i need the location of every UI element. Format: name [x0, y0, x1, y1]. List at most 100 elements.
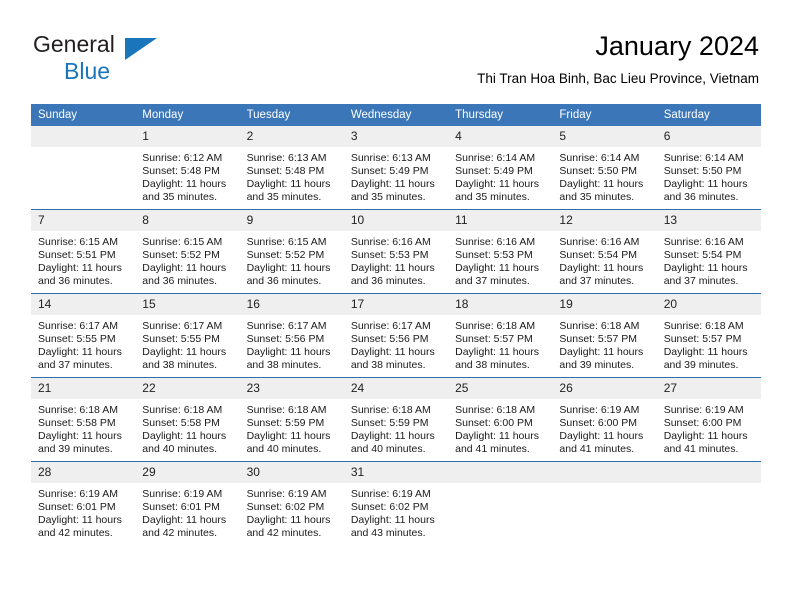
day-cell[interactable]: 24 Sunrise: 6:18 AM Sunset: 5:59 PM Dayligh…	[343, 377, 449, 462]
day-sun-info: Sunrise: 6:18 AM Sunset: 5:57 PM Daylight:…	[552, 315, 656, 372]
day-cell[interactable]: 1 Sunrise: 6:12 AM Sunset: 5:48 PM Daylight…	[135, 126, 240, 210]
day-number: 28	[31, 462, 136, 483]
brand-logo[interactable]: General Blue	[33, 33, 253, 89]
day-cell[interactable]: 13 Sunrise: 6:16 AM Sunset: 5:54 PM Dayligh…	[656, 209, 761, 294]
day-sun-info: Sunrise: 6:17 AM Sunset: 5:55 PM Daylight:…	[31, 315, 135, 372]
day-number: 15	[135, 294, 240, 315]
day-number: 9	[239, 210, 344, 231]
day-cell[interactable]: 12 Sunrise: 6:16 AM Sunset: 5:54 PM Dayligh…	[552, 209, 657, 294]
day-cell[interactable]: 2 Sunrise: 6:13 AM Sunset: 5:48 PM Daylight…	[239, 126, 344, 210]
sunset-text: Sunset: 5:55 PM	[38, 332, 116, 345]
day-cell[interactable]: 27 Sunrise: 6:19 AM Sunset: 6:00 PM Dayligh…	[656, 377, 761, 462]
day-cell[interactable]: 14 Sunrise: 6:17 AM Sunset: 5:55 PM Dayligh…	[31, 293, 136, 378]
calendar-page: General Blue January 2024 Thi Tran Hoa B…	[0, 0, 792, 612]
day-cell[interactable]: 15 Sunrise: 6:17 AM Sunset: 5:55 PM Dayligh…	[135, 293, 240, 378]
day-cell[interactable]: 18 Sunrise: 6:18 AM Sunset: 5:57 PM Dayligh…	[448, 293, 553, 378]
day-cell[interactable]: 31 Sunrise: 6:19 AM Sunset: 6:02 PM Dayligh…	[343, 461, 449, 545]
sunrise-text: Sunrise: 6:19 AM	[559, 404, 640, 416]
sunrise-text: Sunrise: 6:19 AM	[38, 488, 118, 500]
day-cell[interactable]: 8 Sunrise: 6:15 AM Sunset: 5:52 PM Daylight…	[135, 209, 240, 294]
day-cell[interactable]: 19 Sunrise: 6:18 AM Sunset: 5:57 PM Dayligh…	[552, 293, 657, 378]
day-cell[interactable]: 29 Sunrise: 6:19 AM Sunset: 6:01 PM Dayligh…	[135, 461, 240, 545]
day-cell[interactable]: 20 Sunrise: 6:18 AM Sunset: 5:57 PM Dayligh…	[656, 293, 761, 378]
day-cell[interactable]: 3 Sunrise: 6:13 AM Sunset: 5:49 PM Daylight…	[343, 126, 449, 210]
day-cell[interactable]: 9 Sunrise: 6:15 AM Sunset: 5:52 PM Daylight…	[239, 209, 344, 294]
day-sun-info: Sunrise: 6:12 AM Sunset: 5:48 PM Daylight:…	[135, 147, 239, 204]
day-sun-info: Sunrise: 6:16 AM Sunset: 5:53 PM Daylight:…	[448, 231, 552, 288]
day-sun-info: Sunrise: 6:16 AM Sunset: 5:53 PM Daylight:…	[344, 231, 448, 288]
sunrise-text: Sunrise: 6:18 AM	[246, 404, 327, 416]
calendar-week-row: 14 Sunrise: 6:17 AM Sunset: 5:55 PM Dayligh…	[31, 293, 761, 378]
day-sun-info: Sunrise: 6:15 AM Sunset: 5:52 PM Daylight:…	[240, 231, 344, 288]
sunset-text: Sunset: 5:58 PM	[38, 416, 116, 429]
sunset-text: Sunset: 5:49 PM	[350, 164, 429, 177]
title-block: January 2024 Thi Tran Hoa Binh, Bac Lieu…	[477, 30, 759, 88]
day-cell[interactable]: 11 Sunrise: 6:16 AM Sunset: 5:53 PM Dayligh…	[448, 209, 553, 294]
daylight-text-line1: Daylight: 11 hours	[663, 177, 748, 190]
daylight-text-line2: and 43 minutes.	[350, 526, 426, 539]
day-cell[interactable]: 21 Sunrise: 6:18 AM Sunset: 5:58 PM Dayligh…	[31, 377, 136, 462]
day-sun-info: Sunrise: 6:14 AM Sunset: 5:49 PM Daylight:…	[448, 147, 552, 204]
daylight-text-line2: and 42 minutes.	[246, 526, 322, 539]
sunrise-text: Sunrise: 6:18 AM	[142, 404, 223, 416]
sunrise-text: Sunrise: 6:16 AM	[350, 236, 431, 248]
day-number	[656, 462, 761, 483]
sunrise-text: Sunrise: 6:18 AM	[663, 320, 744, 332]
daylight-text-line1: Daylight: 11 hours	[455, 345, 539, 358]
day-cell[interactable]: 4 Sunrise: 6:14 AM Sunset: 5:49 PM Daylight…	[448, 126, 553, 210]
day-cell[interactable]: 17 Sunrise: 6:17 AM Sunset: 5:56 PM Dayligh…	[343, 293, 449, 378]
day-cell[interactable]: 7 Sunrise: 6:15 AM Sunset: 5:51 PM Daylight…	[31, 209, 136, 294]
day-sun-info: Sunrise: 6:15 AM Sunset: 5:52 PM Daylight:…	[135, 231, 239, 288]
day-cell[interactable]: 16 Sunrise: 6:17 AM Sunset: 5:56 PM Dayligh…	[239, 293, 344, 378]
daylight-text-line1: Daylight: 11 hours	[350, 429, 435, 442]
sunrise-text: Sunrise: 6:16 AM	[663, 236, 744, 248]
calendar-week-row: 28 Sunrise: 6:19 AM Sunset: 6:01 PM Dayligh…	[31, 461, 761, 545]
day-number: 21	[31, 378, 136, 399]
day-sun-info: Sunrise: 6:19 AM Sunset: 6:00 PM Daylight:…	[552, 399, 656, 456]
daylight-text-line1: Daylight: 11 hours	[38, 513, 122, 526]
day-cell[interactable]: 30 Sunrise: 6:19 AM Sunset: 6:02 PM Dayligh…	[239, 461, 344, 545]
day-cell[interactable]: 25 Sunrise: 6:18 AM Sunset: 6:00 PM Dayligh…	[448, 377, 553, 462]
day-sun-info: Sunrise: 6:17 AM Sunset: 5:55 PM Daylight:…	[135, 315, 239, 372]
day-number: 16	[239, 294, 344, 315]
day-cell[interactable]: 6 Sunrise: 6:14 AM Sunset: 5:50 PM Daylight…	[656, 126, 761, 210]
daylight-text-line2: and 35 minutes.	[350, 190, 426, 203]
day-sun-info: Sunrise: 6:13 AM Sunset: 5:49 PM Daylight:…	[344, 147, 448, 204]
day-cell[interactable]: 22 Sunrise: 6:18 AM Sunset: 5:58 PM Dayligh…	[135, 377, 240, 462]
brand-name-blue: Blue	[64, 58, 111, 84]
day-cell[interactable]: 28 Sunrise: 6:19 AM Sunset: 6:01 PM Dayligh…	[31, 461, 136, 545]
daylight-text-line2: and 41 minutes.	[559, 442, 635, 455]
day-cell-empty	[656, 461, 761, 545]
daylight-text-line1: Daylight: 11 hours	[38, 345, 122, 358]
day-cell[interactable]: 23 Sunrise: 6:18 AM Sunset: 5:59 PM Dayligh…	[239, 377, 344, 462]
day-number: 18	[448, 294, 553, 315]
sunset-text: Sunset: 5:48 PM	[246, 164, 325, 177]
day-number: 3	[343, 126, 449, 147]
calendar-week-row: 21 Sunrise: 6:18 AM Sunset: 5:58 PM Dayligh…	[31, 377, 761, 462]
daylight-text-line1: Daylight: 11 hours	[559, 177, 644, 190]
sunset-text: Sunset: 5:59 PM	[246, 416, 325, 429]
daylight-text-line2: and 37 minutes.	[38, 358, 113, 371]
day-number: 30	[239, 462, 344, 483]
day-cell[interactable]: 5 Sunrise: 6:14 AM Sunset: 5:50 PM Daylight…	[552, 126, 657, 210]
sunrise-text: Sunrise: 6:13 AM	[350, 152, 431, 164]
daylight-text-line1: Daylight: 11 hours	[350, 261, 435, 274]
sunrise-text: Sunrise: 6:17 AM	[246, 320, 327, 332]
daylight-text-line1: Daylight: 11 hours	[142, 261, 227, 274]
sunrise-text: Sunrise: 6:14 AM	[663, 152, 744, 164]
daylight-text-line1: Daylight: 11 hours	[663, 261, 748, 274]
sunrise-text: Sunrise: 6:13 AM	[246, 152, 327, 164]
day-sun-info: Sunrise: 6:13 AM Sunset: 5:48 PM Daylight:…	[240, 147, 344, 204]
daylight-text-line2: and 36 minutes.	[142, 274, 217, 287]
day-cell[interactable]: 10 Sunrise: 6:16 AM Sunset: 5:53 PM Dayligh…	[343, 209, 449, 294]
sunrise-text: Sunrise: 6:15 AM	[38, 236, 118, 248]
daylight-text-line1: Daylight: 11 hours	[455, 429, 539, 442]
page-title: January 2024	[595, 31, 759, 61]
sunrise-text: Sunrise: 6:14 AM	[559, 152, 640, 164]
sunset-text: Sunset: 5:56 PM	[246, 332, 325, 345]
daylight-text-line2: and 36 minutes.	[246, 274, 322, 287]
day-cell[interactable]: 26 Sunrise: 6:19 AM Sunset: 6:00 PM Dayligh…	[552, 377, 657, 462]
sunrise-text: Sunrise: 6:15 AM	[142, 236, 223, 248]
sunrise-text: Sunrise: 6:17 AM	[142, 320, 223, 332]
day-number: 19	[552, 294, 657, 315]
